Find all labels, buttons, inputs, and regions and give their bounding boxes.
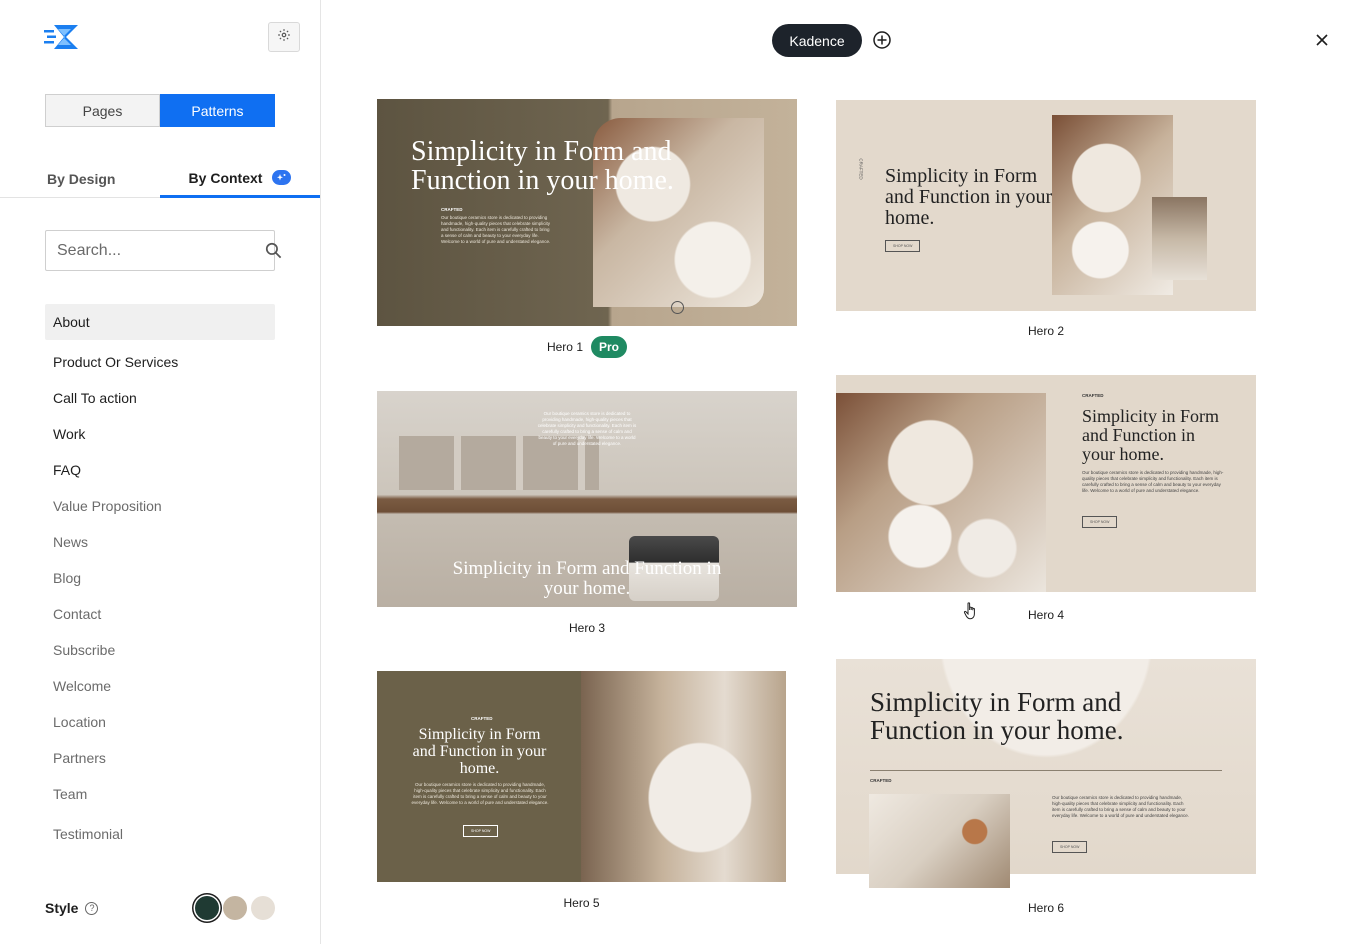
style-row: Style ? <box>45 893 275 923</box>
pattern-card-hero-3[interactable]: Our boutique ceramics store is dedicated… <box>377 391 797 607</box>
category-partners[interactable]: Partners <box>45 740 275 776</box>
hero-6-label: Hero 6 <box>1027 901 1065 915</box>
search-icon[interactable] <box>264 241 283 260</box>
hand-cursor-icon <box>963 602 979 620</box>
hero-4-headline: Simplicity in Form and Function in your … <box>1082 406 1220 464</box>
close-icon <box>1312 34 1332 54</box>
hero-6-image <box>869 794 1010 888</box>
hero-5-label: Hero 5 <box>563 896 600 910</box>
hero-5-cta: SHOP NOW <box>463 825 499 837</box>
hero-1-body: Our boutique ceramics store is dedicated… <box>441 215 551 245</box>
hero-4-body: Our boutique ceramics store is dedicated… <box>1082 470 1224 494</box>
style-label: Style <box>45 900 79 916</box>
pro-badge: Pro <box>591 336 628 358</box>
patterns-tab[interactable]: Patterns <box>160 94 275 127</box>
tab-by-design-label: By Design <box>47 171 116 187</box>
category-call-to-action[interactable]: Call To action <box>45 380 275 416</box>
hero-2-label-row: Hero 2 <box>836 320 1256 342</box>
hero-3-label-row: Hero 3 <box>377 617 797 639</box>
close-button[interactable] <box>1312 30 1332 50</box>
chevron-down-icon <box>671 301 684 314</box>
pattern-card-hero-5[interactable]: CRAFTED Simplicity in Form and Function … <box>377 671 786 882</box>
category-contact[interactable]: Contact <box>45 596 275 632</box>
plus-circle-icon <box>872 31 892 54</box>
hero-5-body: Our boutique ceramics store is dedicated… <box>411 782 549 806</box>
pattern-card-hero-6[interactable]: Simplicity in Form and Function in your … <box>836 659 1256 888</box>
hero-3-body: Our boutique ceramics store is dedicated… <box>537 411 637 447</box>
tab-by-context-label: By Context <box>188 169 263 186</box>
category-welcome[interactable]: Welcome <box>45 668 275 704</box>
search-input[interactable] <box>46 231 264 270</box>
swatch-dark[interactable] <box>195 896 219 920</box>
hero-4-image <box>836 393 1046 592</box>
hero-4-label-row: Hero 4 <box>836 604 1256 626</box>
hero-1-label: Hero 1 <box>546 340 583 354</box>
hero-1-label-row: Hero 1 Pro <box>377 336 797 358</box>
hero-1-headline-line-1: Simplicity in Form and <box>411 136 672 167</box>
category-news[interactable]: News <box>45 524 275 560</box>
hero-3-label: Hero 3 <box>568 621 606 635</box>
category-about[interactable]: About <box>45 304 275 340</box>
hero-6-label-row: Hero 6 <box>836 897 1256 919</box>
kadence-logo <box>44 22 82 52</box>
tab-by-design[interactable]: By Design <box>0 160 160 198</box>
pattern-card-hero-1[interactable]: Simplicity in Form and Function in your … <box>377 99 797 326</box>
style-swatches <box>195 896 275 920</box>
hero-2-label: Hero 2 <box>1027 324 1065 338</box>
category-testimonial[interactable]: Testimonial <box>45 816 275 852</box>
ai-sparkle-icon <box>272 170 292 185</box>
mode-switcher: Pages Patterns <box>45 94 275 127</box>
hero-2-eyebrow: CRAFTED <box>858 158 864 180</box>
category-value-proposition[interactable]: Value Proposition <box>45 488 275 524</box>
hero-6-headline-line-2: Function in your home. <box>870 715 1124 746</box>
pattern-card-hero-2[interactable]: CRAFTED Simplicity in Form and Function … <box>836 100 1256 311</box>
sidebar: Pages Patterns By Design By Context Sear… <box>0 0 321 944</box>
gear-icon <box>277 28 291 47</box>
hero-2-image-small <box>1152 197 1207 280</box>
hero-4-label: Hero 4 <box>1027 608 1065 622</box>
swatch-tan[interactable] <box>223 896 247 920</box>
hero-6-eyebrow: CRAFTED <box>870 778 892 783</box>
help-icon[interactable]: ? <box>85 901 99 915</box>
hero-6-headline-line-1: Simplicity in Form and <box>870 687 1122 717</box>
category-blog[interactable]: Blog <box>45 560 275 596</box>
hero-2-headline: Simplicity in Form and Function in your … <box>885 165 1053 229</box>
hero-6-divider <box>870 770 1222 771</box>
hero-1-eyebrow: CRAFTED <box>441 207 463 212</box>
library-selector[interactable]: Kadence <box>772 24 862 57</box>
hero-5-image <box>581 671 786 882</box>
hero-2-cta: SHOP NOW <box>885 240 921 252</box>
add-library-button[interactable] <box>872 30 892 50</box>
app-root: Pages Patterns By Design By Context Sear… <box>0 0 1350 944</box>
pattern-card-hero-4[interactable]: CRAFTED Simplicity in Form and Function … <box>836 375 1256 592</box>
swatch-light[interactable] <box>251 896 275 920</box>
category-location[interactable]: Location <box>45 704 275 740</box>
tab-by-context[interactable]: By Context <box>160 160 320 198</box>
hero-5-eyebrow: CRAFTED <box>471 716 493 721</box>
hero-1-headline: Simplicity in Form and Function in your … <box>411 137 674 196</box>
category-list: About Product Or Services Call To action… <box>45 304 275 852</box>
hero-3-headline: Simplicity in Form and Function in your … <box>452 558 722 599</box>
search-field[interactable] <box>45 230 282 271</box>
category-faq[interactable]: FAQ <box>45 452 275 488</box>
hero-5-label-row: Hero 5 <box>377 892 786 914</box>
hero-5-headline: Simplicity in Form and Function in your … <box>412 726 547 777</box>
category-work[interactable]: Work <box>45 416 275 452</box>
pages-tab[interactable]: Pages <box>45 94 160 127</box>
hero-4-eyebrow: CRAFTED <box>1082 393 1104 398</box>
category-product-or-services[interactable]: Product Or Services <box>45 344 275 380</box>
hero-6-body: Our boutique ceramics store is dedicated… <box>1052 795 1189 819</box>
hero-6-headline: Simplicity in Form and Function in your … <box>870 688 1200 745</box>
hero-1-headline-line-2: Function in your home. <box>411 165 674 197</box>
category-team[interactable]: Team <box>45 776 275 812</box>
settings-button[interactable] <box>268 22 300 52</box>
hero-6-cta: SHOP NOW <box>1052 841 1088 853</box>
context-tabs: By Design By Context <box>0 160 320 198</box>
category-subscribe[interactable]: Subscribe <box>45 632 275 668</box>
hero-4-cta: SHOP NOW <box>1082 516 1118 528</box>
